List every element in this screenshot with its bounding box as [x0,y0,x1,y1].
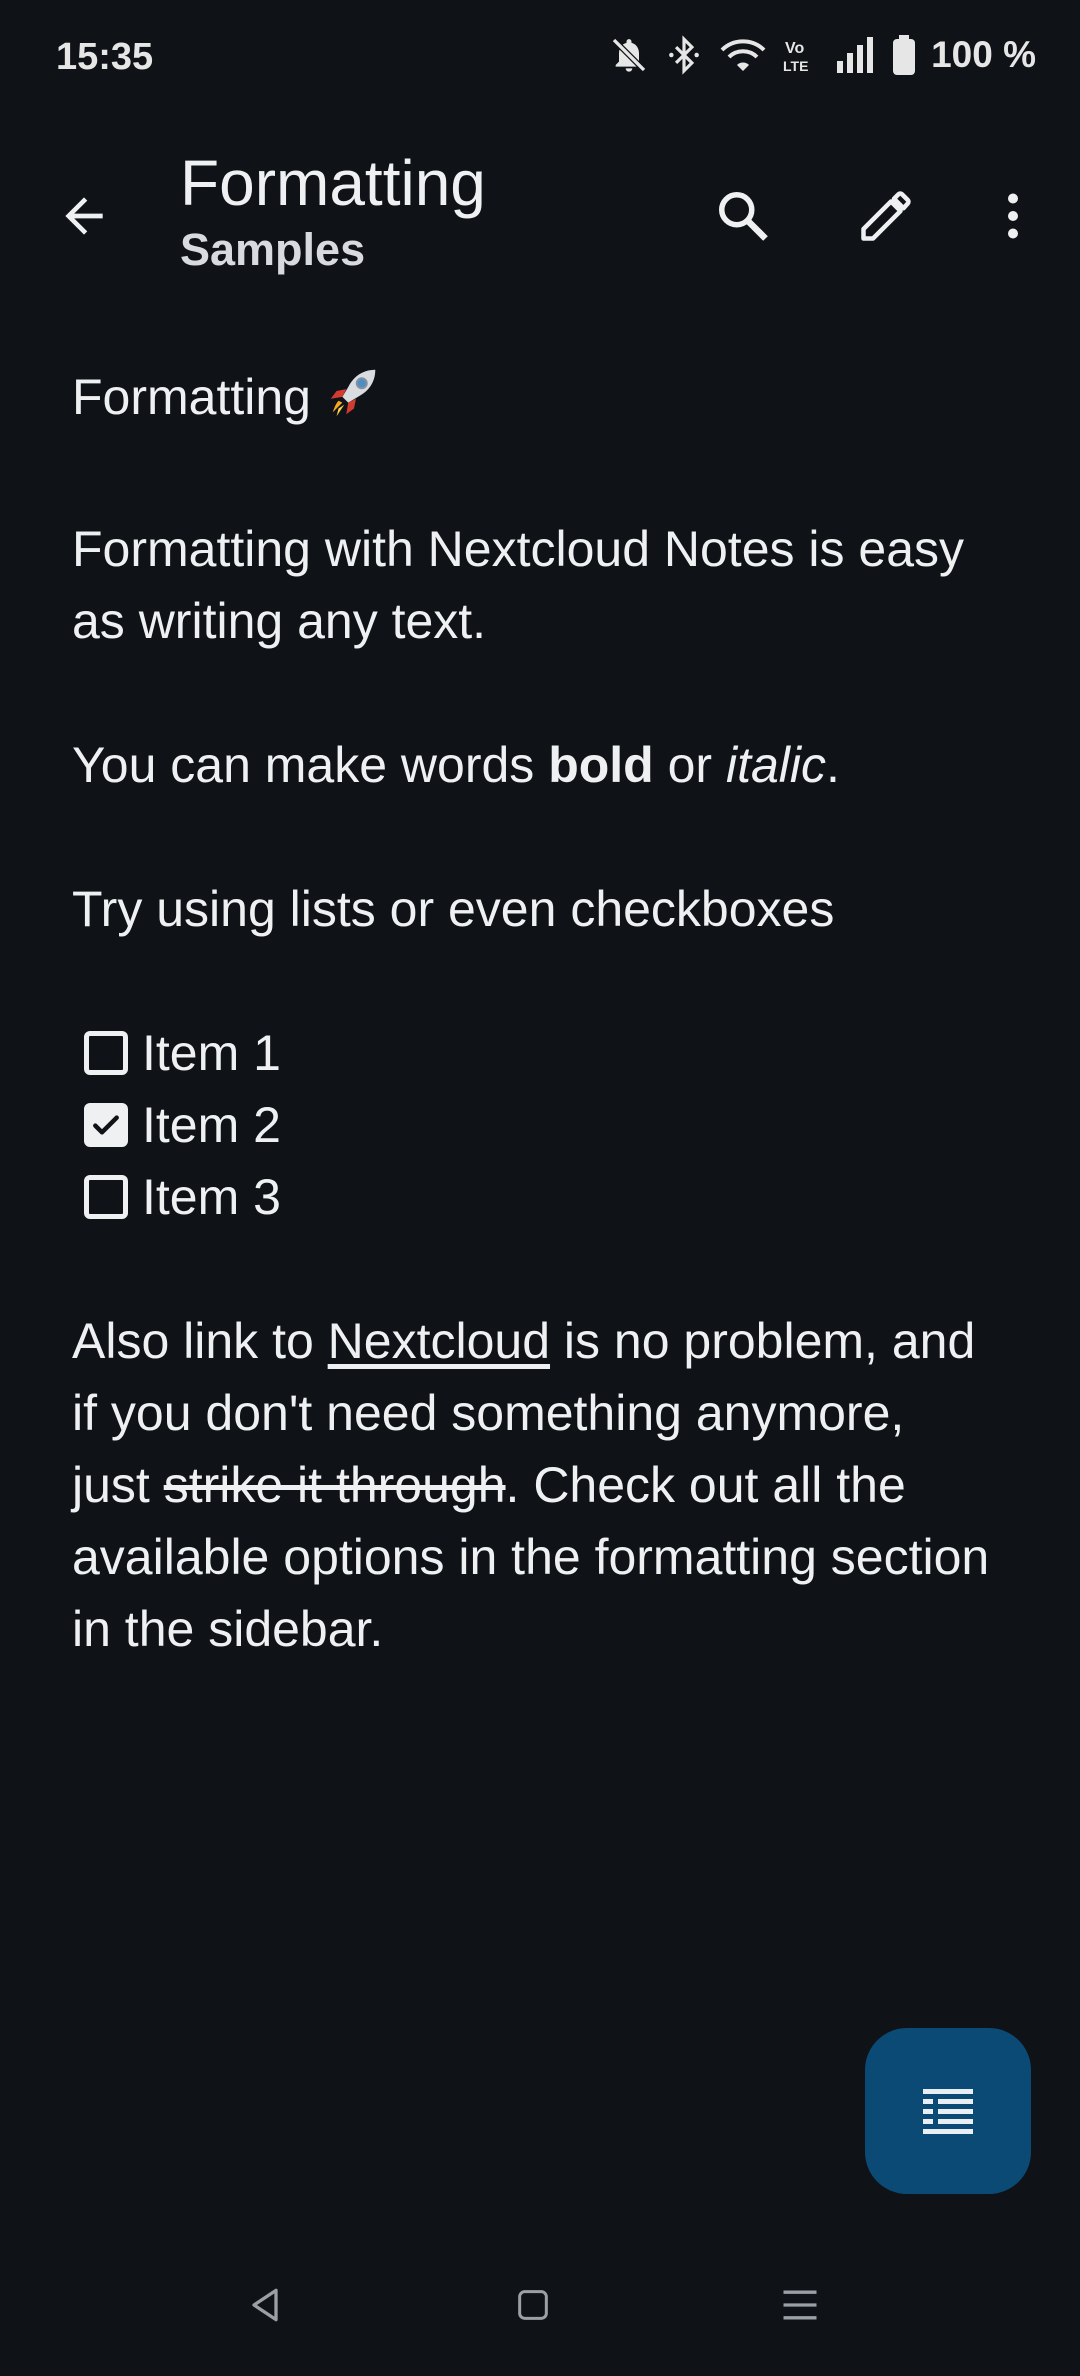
formatting-paragraph: You can make words bold or italic. [72,729,992,801]
checklist-item-label: Item 2 [142,1097,281,1153]
signal-icon [835,35,877,75]
battery-percentage: 100 % [931,34,1036,75]
navigation-bar [0,2250,1080,2376]
bold-line-suffix: . [826,737,840,793]
italic-word: italic [725,737,827,793]
search-button[interactable] [705,180,781,256]
strikethrough-text: strike it through [163,1457,506,1513]
back-button[interactable] [48,182,120,254]
intro-paragraph: Formatting with Nextcloud Notes is easy … [72,521,965,649]
lists-paragraph: Try using lists or even checkboxes [72,881,835,937]
toc-icon [918,2079,978,2144]
checkbox-item-1[interactable] [84,1031,128,1075]
battery-icon [893,35,916,75]
nav-home-icon [513,2285,553,2330]
status-time: 15:35 [56,36,154,78]
checklist: Item 1 Item 2 Item 3 [72,1017,992,1233]
bell-muted-icon [609,35,649,75]
wifi-icon [719,35,767,75]
checkbox-item-3[interactable] [84,1175,128,1219]
app-bar: Formatting Samples [0,130,1080,300]
edit-button[interactable] [848,180,924,256]
bold-line-prefix: You can make words [72,737,549,793]
note-heading: Formatting [72,360,992,441]
more-vert-icon [983,186,1043,251]
nav-back-icon [243,2283,287,2332]
status-icons: Vo LTE 100 % [609,34,1036,76]
nextcloud-link[interactable]: Nextcloud [328,1313,550,1369]
svg-text:LTE: LTE [783,58,808,74]
checklist-item-label: Item 1 [142,1025,281,1081]
checklist-item: Item 3 [72,1161,992,1233]
bluetooth-icon [665,35,703,75]
nav-back-button[interactable] [230,2272,300,2342]
table-of-contents-fab[interactable] [865,2028,1031,2194]
back-arrow-icon [56,188,112,249]
note-content[interactable]: Formatting Formatting with Nextcloud Not… [72,360,992,1737]
nav-home-button[interactable] [498,2272,568,2342]
link-para-prefix: Also link to [72,1313,328,1369]
rocket-icon [323,360,385,441]
bold-line-middle: or [653,737,726,793]
nav-recents-icon [778,2283,822,2332]
more-options-button[interactable] [975,180,1051,256]
checklist-item-label: Item 3 [142,1169,281,1225]
checklist-item: Item 1 [72,1017,992,1089]
edit-pencil-icon [856,186,916,251]
search-icon [713,186,773,251]
checkbox-item-2[interactable] [84,1103,128,1147]
nav-recents-button[interactable] [765,2272,835,2342]
volte-icon: Vo LTE [783,35,819,75]
category-subtitle: Samples [180,224,366,276]
checklist-item: Item 2 [72,1089,992,1161]
svg-text:Vo: Vo [785,40,804,57]
bold-word: bold [548,737,654,793]
note-heading-text: Formatting [72,369,311,425]
checkmark-icon [93,1115,119,1135]
page-title: Formatting [180,147,486,219]
link-paragraph: Also link to Nextcloud is no problem, an… [72,1305,992,1665]
status-bar: 15:35 Vo LTE 100 % [0,0,1080,118]
title-block: Formatting Samples [180,148,486,276]
